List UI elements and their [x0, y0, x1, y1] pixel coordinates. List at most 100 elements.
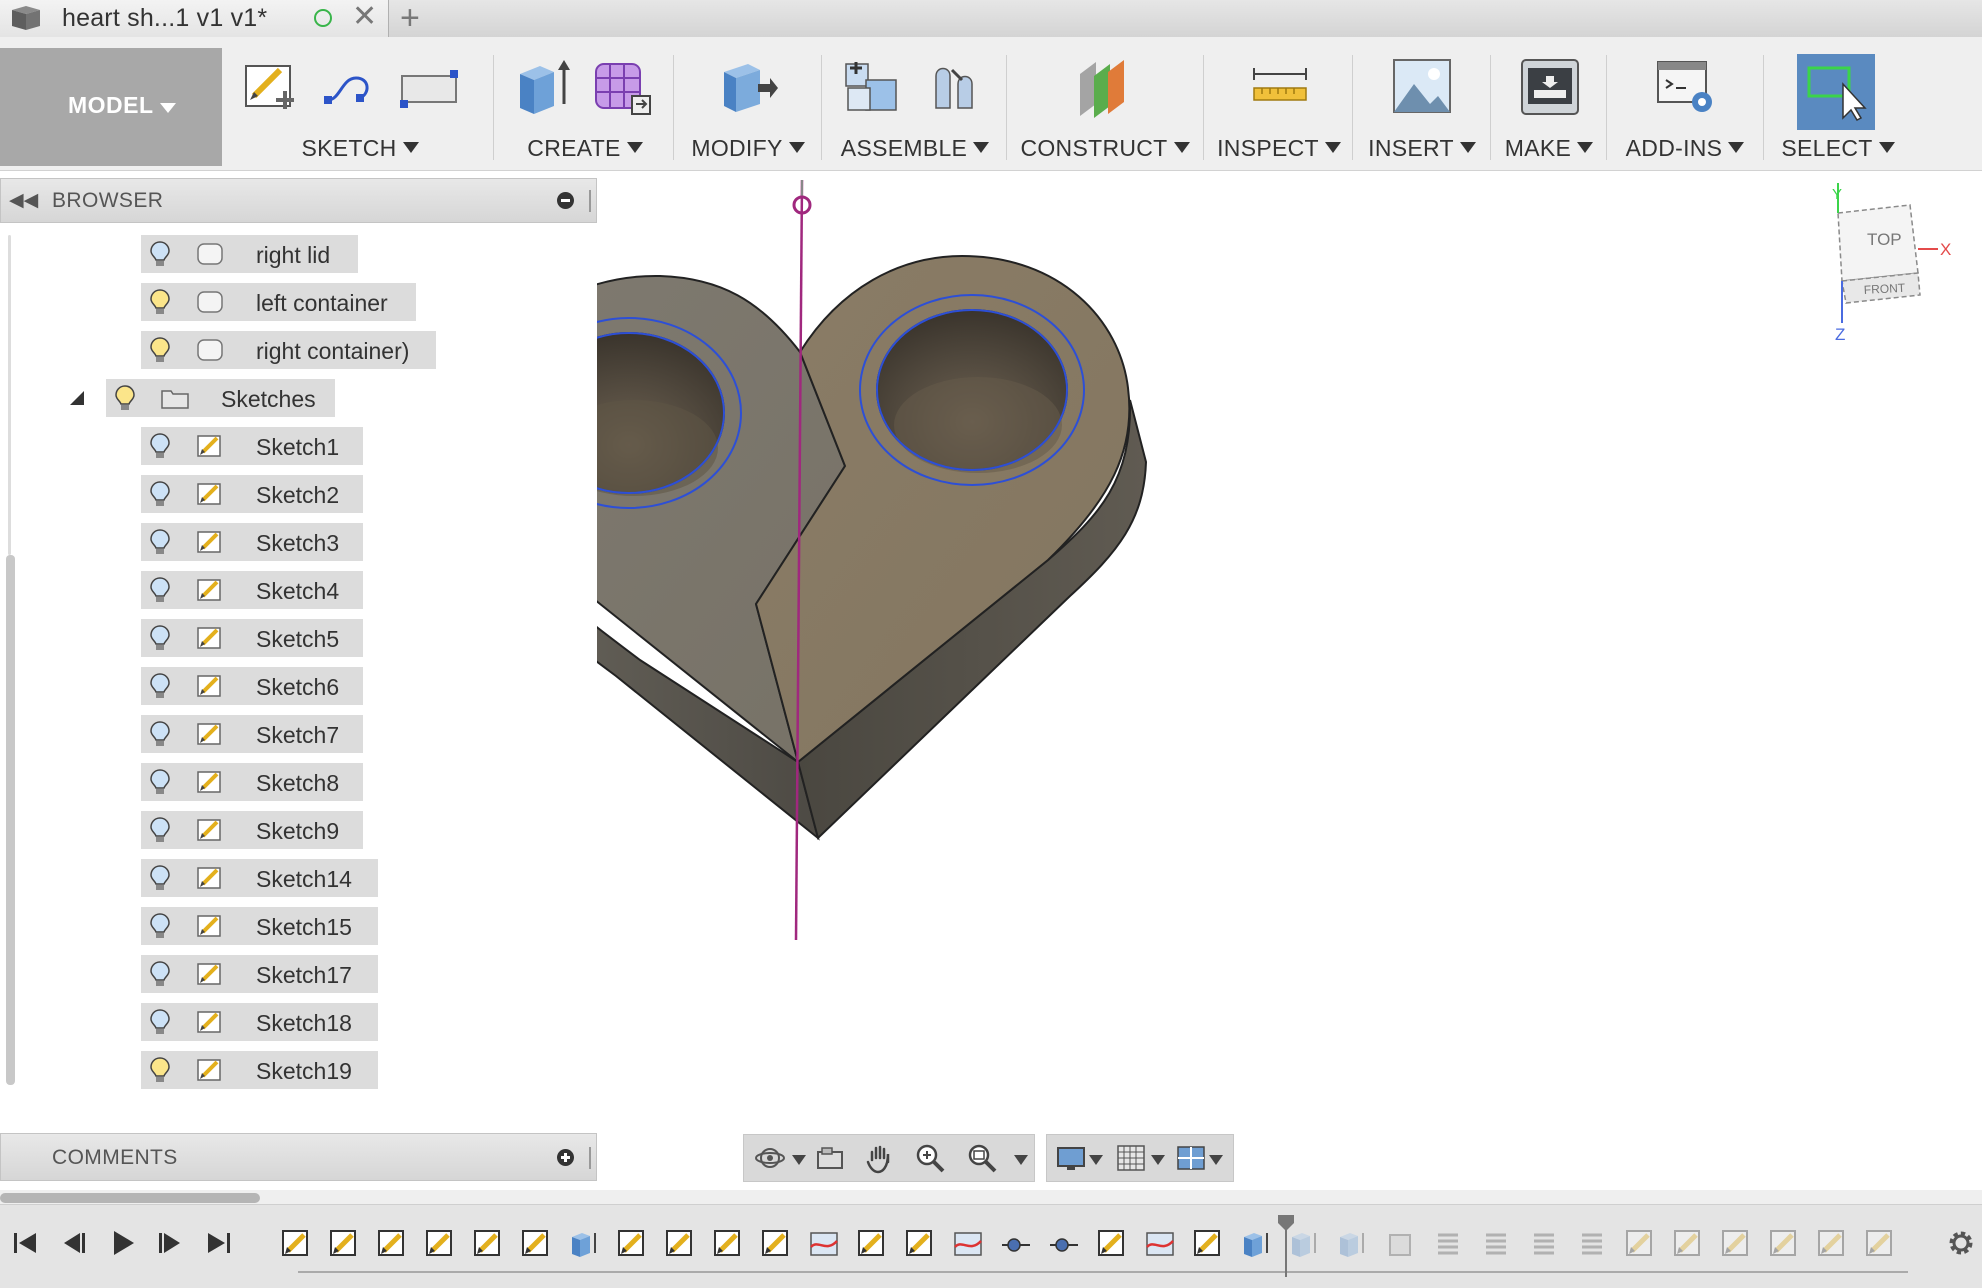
- visibility-bulb-on-icon[interactable]: [149, 1056, 171, 1084]
- browser-body-item[interactable]: right container): [141, 331, 436, 369]
- zoom-icon[interactable]: [914, 1142, 946, 1174]
- visibility-bulb-off-icon[interactable]: [149, 240, 171, 268]
- timeline-split-body-icon[interactable]: [952, 1227, 984, 1259]
- browser-sketch-item[interactable]: Sketch19: [141, 1051, 378, 1089]
- sketch-menu[interactable]: SKETCH: [230, 135, 490, 162]
- offset-plane-icon[interactable]: [1072, 54, 1136, 118]
- new-tab-button[interactable]: +: [400, 0, 420, 36]
- construct-menu[interactable]: CONSTRUCT: [1010, 135, 1200, 162]
- visibility-bulb-off-icon[interactable]: [149, 624, 171, 652]
- browser-folder-sketches[interactable]: Sketches: [106, 379, 335, 417]
- timeline-sketch-icon[interactable]: [1768, 1227, 1800, 1259]
- visibility-bulb-off-icon[interactable]: [149, 576, 171, 604]
- view-cube[interactable]: TOP FRONT Y X Z: [1822, 183, 1962, 343]
- visibility-bulb-off-icon[interactable]: [149, 432, 171, 460]
- timeline-sketch-icon[interactable]: [856, 1227, 888, 1259]
- create-sketch-icon[interactable]: [240, 54, 304, 118]
- timeline-coil-icon[interactable]: [1432, 1227, 1464, 1259]
- timeline-sketch-icon[interactable]: [376, 1227, 408, 1259]
- timeline-extrude-icon[interactable]: [1336, 1227, 1368, 1259]
- press-pull-icon[interactable]: [714, 54, 778, 118]
- timeline-sketch-icon[interactable]: [904, 1227, 936, 1259]
- chevron-down-icon[interactable]: [1014, 1155, 1028, 1165]
- visibility-bulb-off-icon[interactable]: [149, 672, 171, 700]
- browser-sketch-item[interactable]: Sketch9: [141, 811, 363, 849]
- timeline-sketch-icon[interactable]: [328, 1227, 360, 1259]
- chevron-down-icon[interactable]: [1209, 1155, 1223, 1165]
- viewports-icon[interactable]: [1175, 1142, 1207, 1174]
- addins-menu[interactable]: ADD-INS: [1610, 135, 1760, 162]
- pan-hand-icon[interactable]: [864, 1142, 896, 1174]
- display-settings-icon[interactable]: [1055, 1142, 1087, 1174]
- new-component-icon[interactable]: [840, 54, 904, 118]
- timeline-joint-icon[interactable]: [1048, 1227, 1080, 1259]
- timeline-sketch-icon[interactable]: [1624, 1227, 1656, 1259]
- spline-sketch-icon[interactable]: [320, 54, 384, 118]
- timeline-position-marker[interactable]: [1276, 1213, 1296, 1277]
- modify-menu[interactable]: MODIFY: [678, 135, 818, 162]
- make-menu[interactable]: MAKE: [1494, 135, 1604, 162]
- visibility-bulb-off-icon[interactable]: [149, 864, 171, 892]
- browser-sketch-item[interactable]: Sketch7: [141, 715, 363, 753]
- close-tab-icon[interactable]: ✕: [352, 1, 377, 33]
- timeline-sketch-icon[interactable]: [1192, 1227, 1224, 1259]
- timeline-sketch-icon[interactable]: [1864, 1227, 1896, 1259]
- measure-icon[interactable]: [1248, 54, 1312, 118]
- browser-sketch-item[interactable]: Sketch8: [141, 763, 363, 801]
- expand-comments-icon[interactable]: [557, 1149, 574, 1166]
- insert-menu[interactable]: INSERT: [1356, 135, 1488, 162]
- go-to-start-icon[interactable]: [8, 1225, 44, 1261]
- timeline-settings-gear-icon[interactable]: [1945, 1227, 1977, 1259]
- visibility-bulb-off-icon[interactable]: [149, 480, 171, 508]
- timeline-sketch-icon[interactable]: [664, 1227, 696, 1259]
- timeline-sketch-icon[interactable]: [424, 1227, 456, 1259]
- visibility-bulb-off-icon[interactable]: [149, 912, 171, 940]
- document-tab[interactable]: heart sh...1 v1 v1* ✕: [0, 0, 389, 37]
- timeline-sketch-icon[interactable]: [520, 1227, 552, 1259]
- visibility-bulb-off-icon[interactable]: [149, 720, 171, 748]
- browser-sketch-item[interactable]: Sketch4: [141, 571, 363, 609]
- visibility-bulb-off-icon[interactable]: [149, 960, 171, 988]
- step-back-icon[interactable]: [56, 1225, 92, 1261]
- browser-sketch-item[interactable]: Sketch6: [141, 667, 363, 705]
- create-menu[interactable]: CREATE: [500, 135, 670, 162]
- scripts-addins-icon[interactable]: [1654, 54, 1718, 118]
- orbit-icon[interactable]: [754, 1142, 786, 1174]
- browser-sketch-item[interactable]: Sketch17: [141, 955, 378, 993]
- browser-sketch-item[interactable]: Sketch5: [141, 619, 363, 657]
- scrollbar-thumb[interactable]: [6, 555, 15, 1085]
- browser-body-item[interactable]: right lid: [141, 235, 358, 273]
- timeline-split-body-icon[interactable]: [1144, 1227, 1176, 1259]
- workspace-switcher[interactable]: MODEL: [0, 48, 222, 166]
- panel-grip-icon[interactable]: [589, 190, 591, 212]
- visibility-bulb-on-icon[interactable]: [149, 288, 171, 316]
- assemble-menu[interactable]: ASSEMBLE: [826, 135, 1004, 162]
- scrollbar-thumb[interactable]: [0, 1193, 260, 1203]
- timeline-sketch-icon[interactable]: [1096, 1227, 1128, 1259]
- visibility-bulb-off-icon[interactable]: [149, 768, 171, 796]
- visibility-bulb-off-icon[interactable]: [149, 1008, 171, 1036]
- visibility-bulb-on-icon[interactable]: [149, 336, 171, 364]
- grid-settings-icon[interactable]: [1115, 1142, 1147, 1174]
- zoom-window-icon[interactable]: [966, 1142, 998, 1174]
- browser-scrollbar[interactable]: [6, 235, 15, 1085]
- timeline-joint-icon[interactable]: [1000, 1227, 1032, 1259]
- timeline-extrude-icon[interactable]: [568, 1227, 600, 1259]
- visibility-bulb-off-icon[interactable]: [149, 816, 171, 844]
- horizontal-scrollbar[interactable]: [0, 1190, 1982, 1204]
- rectangle-sketch-icon[interactable]: [398, 54, 462, 118]
- panel-grip-icon[interactable]: [589, 1147, 591, 1169]
- chevron-down-icon[interactable]: [1089, 1155, 1103, 1165]
- go-to-end-icon[interactable]: [200, 1225, 236, 1261]
- timeline-sketch-icon[interactable]: [760, 1227, 792, 1259]
- timeline-sketch-icon[interactable]: [1816, 1227, 1848, 1259]
- timeline-sketch-icon[interactable]: [280, 1227, 312, 1259]
- browser-sketch-item[interactable]: Sketch2: [141, 475, 363, 513]
- timeline-coil-icon[interactable]: [1576, 1227, 1608, 1259]
- browser-sketch-item[interactable]: Sketch3: [141, 523, 363, 561]
- inspect-menu[interactable]: INSPECT: [1208, 135, 1350, 162]
- timeline-sketch-icon[interactable]: [1720, 1227, 1752, 1259]
- select-menu[interactable]: SELECT: [1778, 135, 1898, 162]
- 3d-viewport[interactable]: [597, 170, 1982, 1190]
- timeline-sketch-icon[interactable]: [616, 1227, 648, 1259]
